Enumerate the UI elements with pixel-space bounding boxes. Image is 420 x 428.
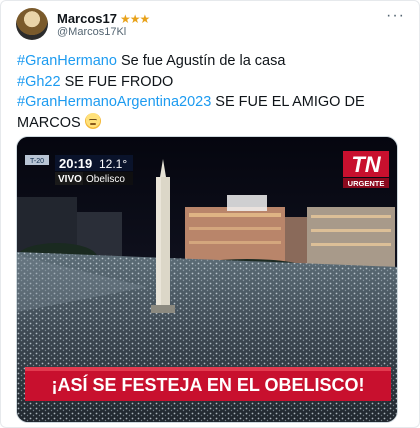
channel-tag: URGENTE — [348, 179, 385, 188]
hashtag-granhermanoargentina2023[interactable]: #GranHermanoArgentina2023 — [17, 94, 211, 110]
channel-logo: TN — [351, 152, 381, 177]
avatar[interactable] — [16, 8, 48, 40]
tweet-line-2: #Gh22 SE FUE FRODO — [17, 73, 174, 90]
tweet-card[interactable]: Marcos17 ★★★ @Marcos17Kl ··· #GranHerman… — [0, 0, 420, 428]
rolling-eyes-emoji-icon — [84, 112, 101, 129]
user-handle[interactable]: @Marcos17Kl — [57, 26, 126, 38]
location-label: Obelisco — [86, 174, 125, 185]
broadcast-frame: T-20 20:19 12.1° VIVO Obelisco TN URGENT… — [17, 137, 397, 422]
hashtag-granhermano[interactable]: #GranHermano — [17, 53, 117, 69]
tweet-text: #GranHermano Se fue Agustín de la casa #… — [17, 51, 409, 133]
more-dots-icon[interactable]: ··· — [386, 7, 405, 25]
tweet-line-4: MARCOS — [17, 112, 409, 134]
star-badge-icon: ★★★ — [119, 11, 150, 26]
side-code-label: T-20 — [30, 158, 44, 165]
author-row: Marcos17 ★★★ — [57, 11, 150, 26]
tweet-line-3: #GranHermanoArgentina2023 SE FUE EL AMIG… — [17, 94, 365, 110]
tweet-media-image[interactable]: T-20 20:19 12.1° VIVO Obelisco TN URGENT… — [16, 136, 398, 423]
hashtag-gh22[interactable]: #Gh22 — [17, 74, 61, 90]
live-label: VIVO — [58, 174, 82, 185]
tweet-line-1: #GranHermano Se fue Agustín de la casa — [17, 53, 286, 69]
headline-text: ¡ASÍ SE FESTEJA EN EL OBELISCO! — [51, 374, 364, 395]
clock-label: 20:19 — [59, 156, 92, 171]
display-name[interactable]: Marcos17 — [57, 11, 117, 26]
temperature-label: 12.1° — [99, 157, 127, 171]
